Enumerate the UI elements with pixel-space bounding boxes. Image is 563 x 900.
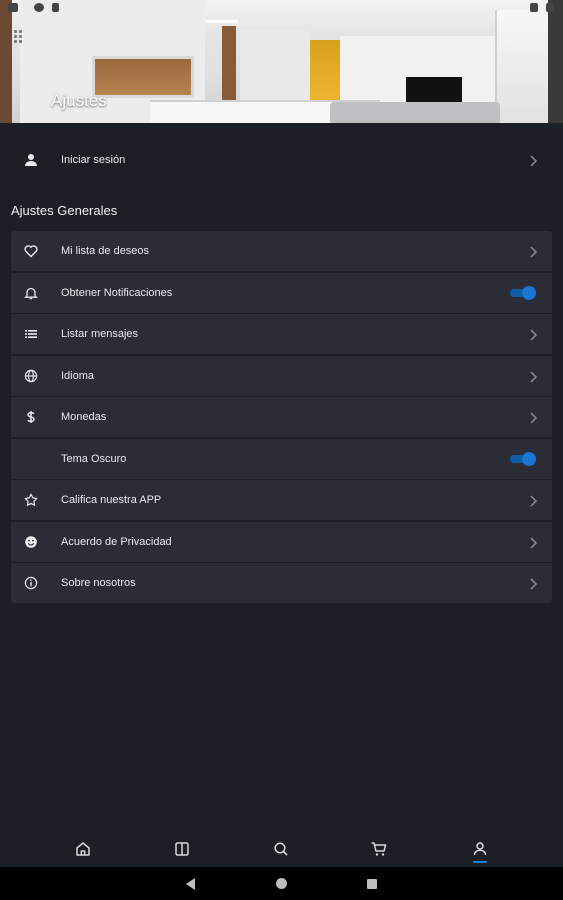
chevron-right-icon bbox=[528, 328, 538, 341]
notifications-toggle[interactable] bbox=[510, 285, 536, 300]
smile-icon bbox=[23, 534, 39, 550]
star-icon bbox=[23, 492, 39, 508]
login-row[interactable]: Iniciar sesión bbox=[11, 140, 552, 180]
chevron-right-icon bbox=[528, 536, 538, 549]
sim-icon bbox=[52, 3, 59, 12]
app-icon bbox=[34, 3, 44, 12]
bell-icon bbox=[23, 285, 39, 301]
settings-item-label: Obtener Notificaciones bbox=[61, 286, 173, 299]
dollar-icon bbox=[23, 409, 39, 425]
book-icon[interactable] bbox=[173, 840, 191, 858]
chevron-right-icon bbox=[528, 245, 538, 258]
settings-item-about[interactable]: Sobre nosotros bbox=[11, 563, 552, 603]
cart-icon[interactable] bbox=[370, 840, 388, 858]
settings-item-label: Listar mensajes bbox=[61, 328, 139, 340]
settings-item-label: Monedas bbox=[61, 411, 107, 423]
dark-theme-toggle[interactable] bbox=[510, 451, 536, 466]
settings-item-notifications[interactable]: Obtener Notificaciones bbox=[11, 272, 552, 313]
status-bar bbox=[0, 0, 563, 16]
profile-icon[interactable] bbox=[471, 840, 489, 858]
globe-icon bbox=[23, 368, 39, 384]
chevron-right-icon bbox=[528, 411, 538, 424]
heart-icon bbox=[23, 243, 39, 259]
back-icon[interactable] bbox=[186, 878, 195, 890]
login-label: Iniciar sesión bbox=[61, 154, 126, 166]
chevron-right-icon bbox=[528, 577, 538, 590]
info-icon bbox=[23, 575, 39, 591]
search-icon[interactable] bbox=[272, 840, 290, 858]
settings-item-rate-app[interactable]: Califica nuestra APP bbox=[11, 480, 552, 520]
system-nav-bar bbox=[0, 867, 563, 900]
person-icon bbox=[23, 152, 39, 168]
settings-item-wishlist[interactable]: Mi lista de deseos bbox=[11, 231, 552, 271]
settings-item-label: Tema Oscuro bbox=[61, 452, 127, 465]
home-circle-icon[interactable] bbox=[276, 878, 287, 889]
recents-icon[interactable] bbox=[367, 879, 377, 889]
settings-item-dark-theme[interactable]: Tema Oscuro bbox=[11, 438, 552, 479]
settings-item-messages[interactable]: Listar mensajes bbox=[11, 314, 552, 354]
settings-item-privacy[interactable]: Acuerdo de Privacidad bbox=[11, 521, 552, 562]
home-icon[interactable] bbox=[74, 840, 92, 858]
list-icon bbox=[23, 326, 39, 342]
settings-item-label: Idioma bbox=[61, 369, 95, 382]
wifi-icon bbox=[530, 3, 538, 12]
chevron-right-icon bbox=[528, 494, 538, 507]
bottom-nav bbox=[0, 828, 563, 867]
signal-icon bbox=[546, 3, 554, 12]
section-title: Ajustes Generales bbox=[11, 203, 118, 218]
settings-list: Mi lista de deseos Obtener Notificacione… bbox=[11, 231, 552, 605]
settings-item-label: Acuerdo de Privacidad bbox=[61, 535, 172, 548]
moon-icon bbox=[23, 451, 39, 467]
settings-item-label: Mi lista de deseos bbox=[61, 245, 150, 257]
settings-item-label: Califica nuestra APP bbox=[61, 494, 162, 506]
notification-icon bbox=[8, 3, 18, 12]
chevron-right-icon bbox=[528, 154, 538, 167]
settings-item-label: Sobre nosotros bbox=[61, 577, 136, 589]
settings-item-currency[interactable]: Monedas bbox=[11, 397, 552, 437]
drag-handle-icon bbox=[14, 30, 26, 43]
page-title: Ajustes bbox=[51, 91, 107, 110]
active-tab-indicator bbox=[473, 861, 487, 863]
settings-item-language[interactable]: Idioma bbox=[11, 355, 552, 396]
chevron-right-icon bbox=[528, 370, 538, 383]
